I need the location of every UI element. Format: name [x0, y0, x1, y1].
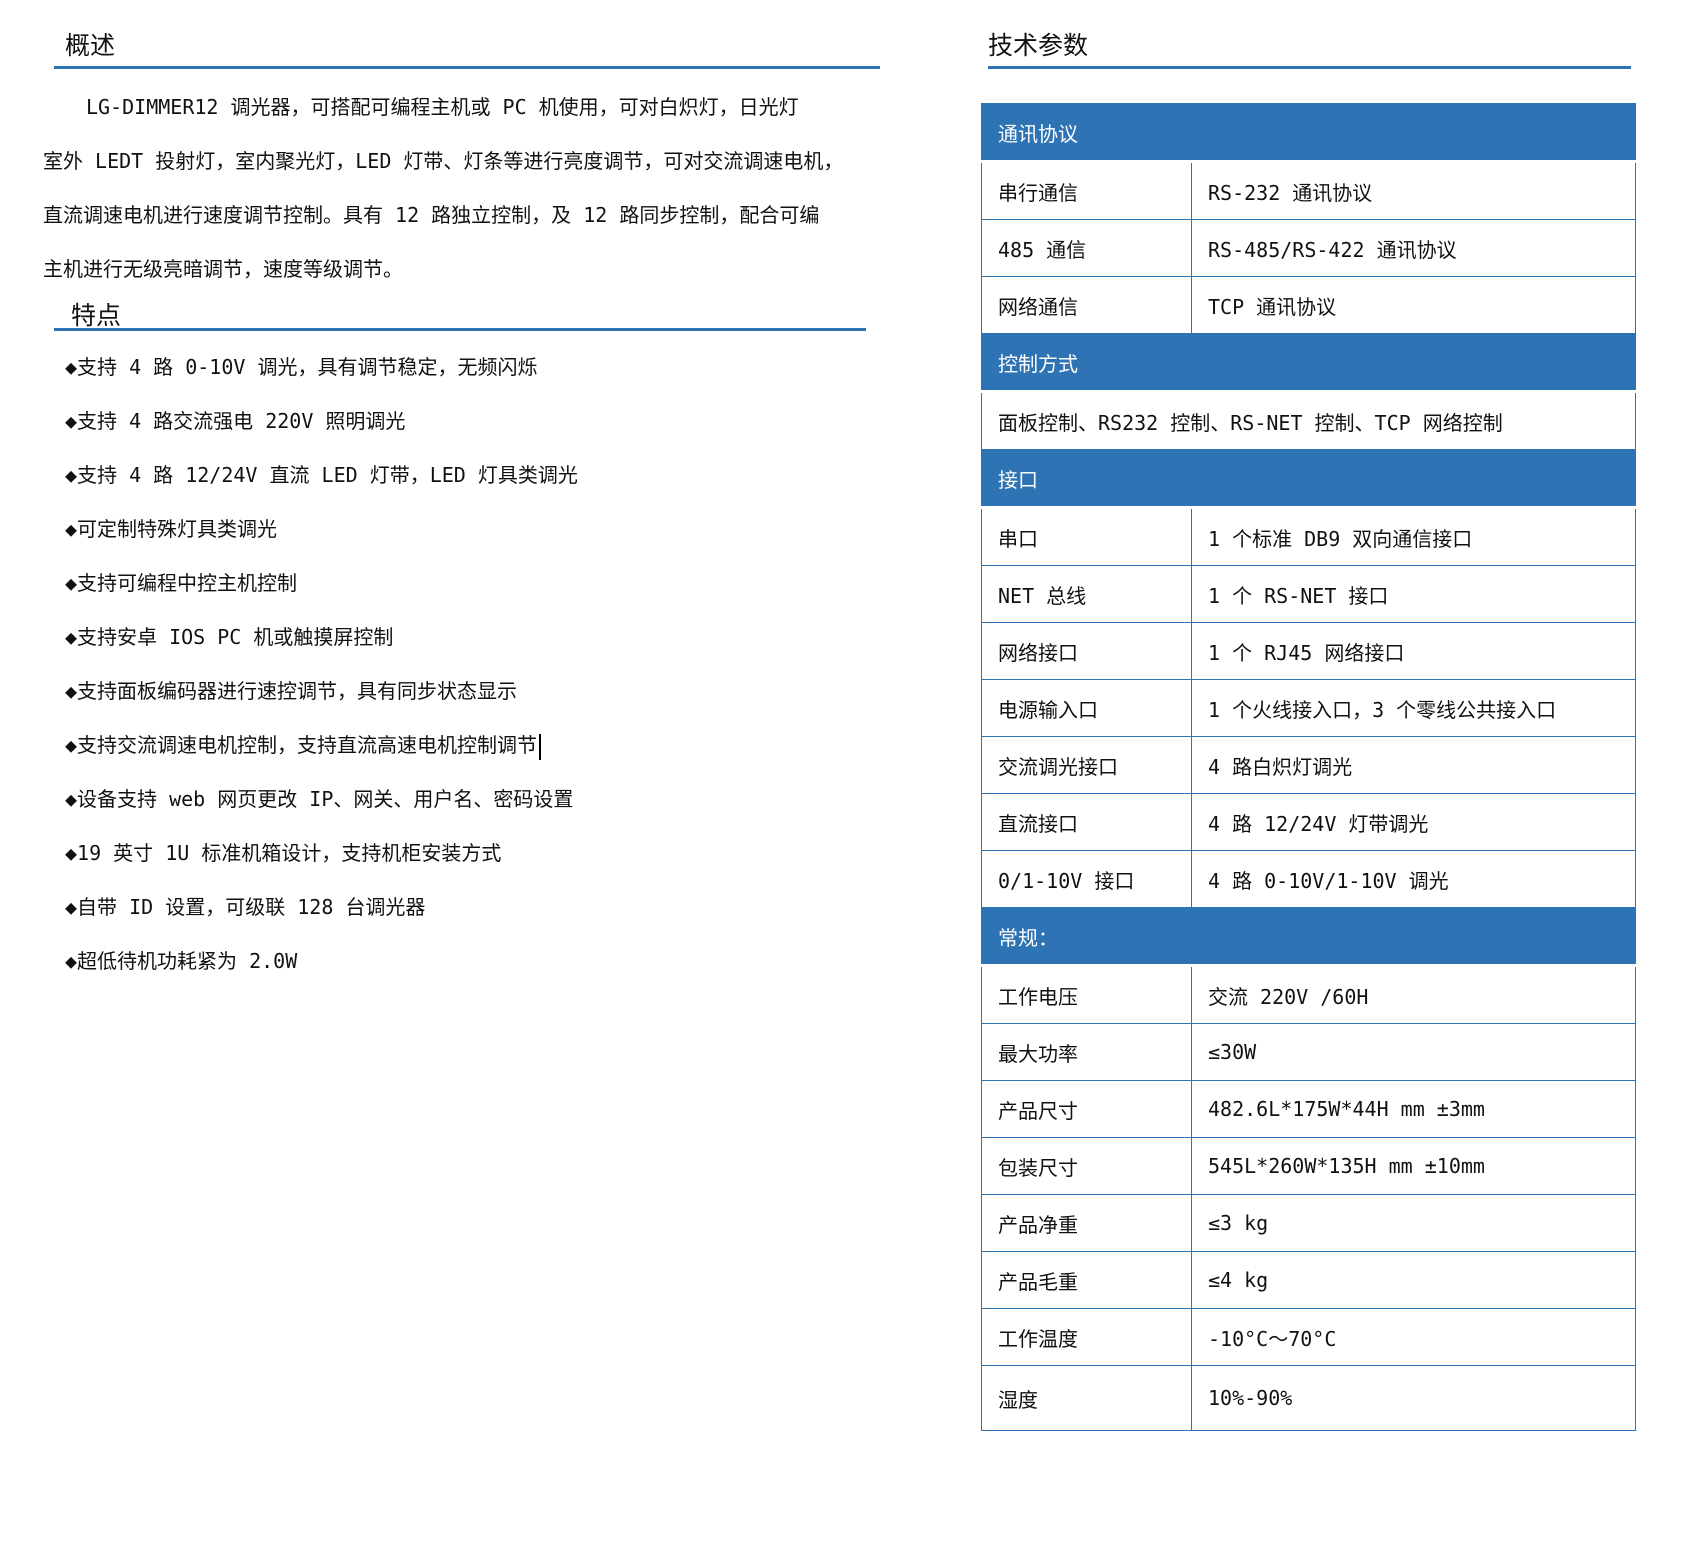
spec-row: 0/1-10V 接口 4 路 0-10V/1-10V 调光 — [981, 850, 1636, 908]
spec-row: 直流接口 4 路 12/24V 灯带调光 — [981, 793, 1636, 851]
feature-item: ◆支持交流调速电机控制，支持直流高速电机控制调节 — [65, 727, 578, 781]
spec-value: 545L*260W*135H mm ±10mm — [1191, 1137, 1636, 1195]
spec-row: 工作温度 -10°C～70°C — [981, 1308, 1636, 1366]
feature-item: ◆自带 ID 设置，可级联 128 台调光器 — [65, 895, 426, 919]
spec-row: 面板控制、RS232 控制、RS-NET 控制、TCP 网络控制 — [981, 391, 1636, 450]
section-header: 通讯协议 — [981, 103, 1636, 163]
spec-row: 工作电压 交流 220V /60H — [981, 965, 1636, 1024]
overview-paragraph: LG-DIMMER12 调光器，可搭配可编程主机或 PC 机使用，可对白炽灯，日… — [43, 80, 893, 296]
feature-item: ◆支持 4 路 0-10V 调光，具有调节稳定，无频闪烁 — [65, 355, 538, 379]
feature-item: ◆支持可编程中控主机控制 — [65, 571, 298, 595]
spec-value: 1 个 RJ45 网络接口 — [1191, 622, 1636, 680]
spec-value: 4 路 0-10V/1-10V 调光 — [1191, 850, 1636, 908]
spec-row: 串口 1 个标准 DB9 双向通信接口 — [981, 507, 1636, 566]
spec-row: NET 总线 1 个 RS-NET 接口 — [981, 565, 1636, 623]
spec-value: ≤30W — [1191, 1023, 1636, 1081]
spec-key: 最大功率 — [981, 1023, 1192, 1081]
overview-line: 直流调速电机进行速度调节控制。具有 12 路独立控制，及 12 路同步控制，配合… — [43, 203, 820, 227]
overview-line: 主机进行无级亮暗调节，速度等级调节。 — [43, 257, 403, 281]
spec-key: 工作电压 — [981, 965, 1192, 1024]
spec-row: 产品尺寸 482.6L*175W*44H mm ±3mm — [981, 1080, 1636, 1138]
spec-key: 网络通信 — [981, 276, 1192, 334]
spec-value: 10%-90% — [1191, 1365, 1636, 1431]
spec-row: 产品净重 ≤3 kg — [981, 1194, 1636, 1252]
features-rule — [54, 328, 866, 331]
spec-row: 串行通信 RS-232 通讯协议 — [981, 161, 1636, 220]
specs-rule — [988, 66, 1631, 69]
spec-key: 包装尺寸 — [981, 1137, 1192, 1195]
spec-key: 0/1-10V 接口 — [981, 850, 1192, 908]
spec-row: 网络接口 1 个 RJ45 网络接口 — [981, 622, 1636, 680]
spec-key: 产品毛重 — [981, 1251, 1192, 1309]
spec-row: 网络通信 TCP 通讯协议 — [981, 276, 1636, 334]
feature-item: ◆支持安卓 IOS PC 机或触摸屏控制 — [65, 625, 394, 649]
features-list: ◆支持 4 路 0-10V 调光，具有调节稳定，无频闪烁 ◆支持 4 路交流强电… — [65, 349, 578, 997]
spec-key: 交流调光接口 — [981, 736, 1192, 794]
section-header: 接口 — [981, 449, 1636, 509]
spec-value: 面板控制、RS232 控制、RS-NET 控制、TCP 网络控制 — [981, 391, 1636, 450]
spec-row: 最大功率 ≤30W — [981, 1023, 1636, 1081]
spec-key: 串口 — [981, 507, 1192, 566]
spec-row: 产品毛重 ≤4 kg — [981, 1251, 1636, 1309]
overview-rule — [54, 66, 880, 69]
spec-value: 482.6L*175W*44H mm ±3mm — [1191, 1080, 1636, 1138]
specs-heading: 技术参数 — [988, 31, 1089, 60]
spec-key: 485 通信 — [981, 219, 1192, 277]
feature-item: ◆超低待机功耗紧为 2.0W — [65, 949, 298, 973]
section-header: 常规： — [981, 907, 1636, 967]
spec-key: NET 总线 — [981, 565, 1192, 623]
feature-item: ◆支持面板编码器进行速控调节，具有同步状态显示 — [65, 679, 518, 703]
spec-row: 包装尺寸 545L*260W*135H mm ±10mm — [981, 1137, 1636, 1195]
spec-value: 4 路白炽灯调光 — [1191, 736, 1636, 794]
spec-key: 电源输入口 — [981, 679, 1192, 737]
overview-line: LG-DIMMER12 调光器，可搭配可编程主机或 PC 机使用，可对白炽灯，日… — [86, 95, 799, 119]
spec-row: 电源输入口 1 个火线接入口，3 个零线公共接入口 — [981, 679, 1636, 737]
feature-item: ◆支持 4 路 12/24V 直流 LED 灯带，LED 灯具类调光 — [65, 463, 578, 487]
spec-key: 串行通信 — [981, 161, 1192, 220]
spec-value: RS-232 通讯协议 — [1191, 161, 1636, 220]
specs-table: 通讯协议 串行通信 RS-232 通讯协议 485 通信 RS-485/RS-422… — [981, 103, 1636, 1431]
spec-row: 交流调光接口 4 路白炽灯调光 — [981, 736, 1636, 794]
spec-key: 产品尺寸 — [981, 1080, 1192, 1138]
spec-key: 直流接口 — [981, 793, 1192, 851]
spec-key: 湿度 — [981, 1365, 1192, 1431]
spec-key: 工作温度 — [981, 1308, 1192, 1366]
feature-item: ◆设备支持 web 网页更改 IP、网关、用户名、密码设置 — [65, 787, 574, 811]
spec-key: 网络接口 — [981, 622, 1192, 680]
spec-value: 1 个标准 DB9 双向通信接口 — [1191, 507, 1636, 566]
feature-text: ◆支持交流调速电机控制，支持直流高速电机控制调节 — [65, 733, 538, 757]
spec-value: ≤3 kg — [1191, 1194, 1636, 1252]
overview-heading: 概述 — [65, 31, 116, 60]
spec-key: 产品净重 — [981, 1194, 1192, 1252]
feature-item: ◆19 英寸 1U 标准机箱设计，支持机柜安装方式 — [65, 841, 502, 865]
spec-value: 交流 220V /60H — [1191, 965, 1636, 1024]
spec-value: 1 个 RS-NET 接口 — [1191, 565, 1636, 623]
text-cursor — [539, 733, 542, 760]
feature-item: ◆支持 4 路交流强电 220V 照明调光 — [65, 409, 406, 433]
spec-value: TCP 通讯协议 — [1191, 276, 1636, 334]
spec-row: 485 通信 RS-485/RS-422 通讯协议 — [981, 219, 1636, 277]
spec-value: 4 路 12/24V 灯带调光 — [1191, 793, 1636, 851]
spec-row: 湿度 10%-90% — [981, 1365, 1636, 1431]
features-heading: 特点 — [71, 301, 122, 330]
spec-value: ≤4 kg — [1191, 1251, 1636, 1309]
spec-value: RS-485/RS-422 通讯协议 — [1191, 219, 1636, 277]
feature-item: ◆可定制特殊灯具类调光 — [65, 517, 278, 541]
spec-value: -10°C～70°C — [1191, 1308, 1636, 1366]
spec-value: 1 个火线接入口，3 个零线公共接入口 — [1191, 679, 1636, 737]
section-header: 控制方式 — [981, 333, 1636, 393]
overview-line: 室外 LEDT 投射灯，室内聚光灯，LED 灯带、灯条等进行亮度调节，可对交流调… — [43, 149, 844, 173]
